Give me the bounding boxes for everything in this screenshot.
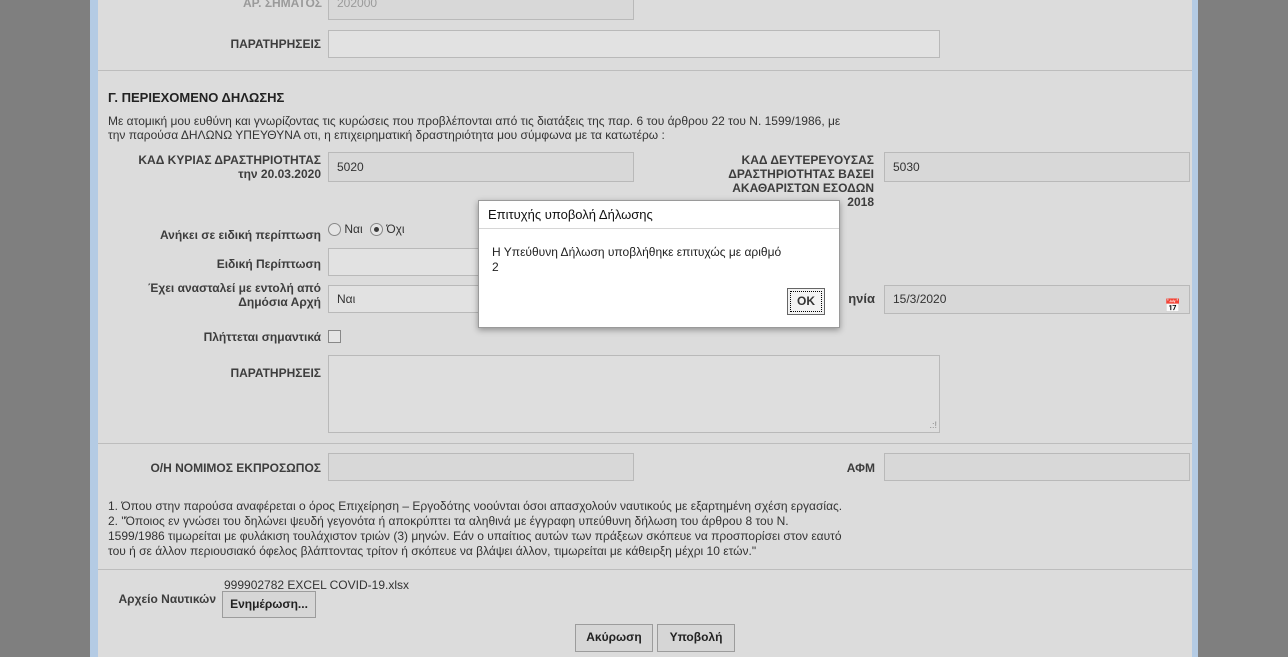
dialog-message: Η Υπεύθυνη Δήλωση υποβλήθηκε επιτυχώς με… [492,245,822,275]
kad-main-label-line2: την 20.03.2020 [238,167,321,181]
kad-sec-line1: ΚΑΔ ΔΕΥΤΕΡΕΥΟΥΣΑΣ [741,153,874,167]
top-notes-label: ΠΑΡΑΤΗΡΗΣΕΙΣ [230,37,321,51]
submit-button[interactable]: Υποβολή [657,624,735,652]
section-title: Γ. ΠΕΡΙΕΧΟΜΕΝΟ ΔΗΛΩΣΗΣ [108,90,285,105]
divider [98,70,1192,71]
success-dialog: Επιτυχής υποβολή Δήλωσης Η Υπεύθυνη Δήλω… [478,200,840,328]
suspended-label-line1: Έχει ανασταλεί με εντολή από [148,281,321,295]
footnote-4: του ή σε άλλον περιουσιακό όφελος βλάπτο… [108,544,757,558]
footnote-2: 2. "Όποιος εν γνώσει του δηλώνει ψευδή γ… [108,514,789,528]
representative-input[interactable] [328,453,634,481]
radio-no-label: Όχι [386,222,405,236]
special-case-radio-group: Ναι Όχι [328,222,405,237]
file-name: 999902782 EXCEL COVID-19.xlsx [224,578,409,592]
radio-yes-label: Ναι [344,222,363,236]
cancel-button[interactable]: Ακύρωση [575,624,653,652]
special-case-field-label: Ειδική Περίπτωση [216,257,321,271]
dialog-message-line2: 2 [492,260,499,274]
dialog-title: Επιτυχής υποβολή Δήλωσης [479,201,839,229]
top-notes-input[interactable] [328,30,940,58]
kad-sec-line3: ΑΚΑΘΑΡΙΣΤΩΝ ΕΣΟΔΩΝ [732,181,874,195]
cut-field-label: ΑΡ. ΣΗΜΑΤΟΣ [243,0,322,10]
dialog-message-line1: Η Υπεύθυνη Δήλωση υποβλήθηκε επιτυχώς με… [492,245,782,259]
special-case-question: Ανήκει σε ειδική περίπτωση [159,228,321,242]
notes-label: ΠΑΡΑΤΗΡΗΣΕΙΣ [230,366,321,380]
afm-label: ΑΦΜ [846,461,875,475]
divider [98,443,1192,444]
affected-checkbox[interactable] [328,330,341,343]
kad-secondary-input[interactable]: 5030 [884,152,1190,182]
representative-label: Ο/Η ΝΟΜΙΜΟΣ ΕΚΠΡΟΣΩΠΟΣ [150,461,321,475]
radio-no[interactable] [369,223,383,237]
notes-textarea[interactable]: .:! [328,355,940,433]
intro-line-1: Με ατομική μου ευθύνη και γνωρίζοντας τι… [108,114,841,128]
cut-field-value[interactable]: 202000 [328,0,634,20]
kad-main-label-line1: ΚΑΔ ΚΥΡΙΑΣ ΔΡΑΣΤΗΡΙΟΤΗΤΑΣ [138,153,321,167]
suspended-label: Έχει ανασταλεί με εντολή από Δημόσια Αρχ… [108,281,321,309]
radio-yes[interactable] [328,223,341,237]
footnote-3: 1599/1986 τιμωρείται με φυλάκιση τουλάχι… [108,529,842,543]
footnote-1: 1. Όπου στην παρούσα αναφέρεται ο όρος Ε… [108,499,843,513]
kad-main-input[interactable]: 5020 [328,152,634,182]
update-file-button[interactable]: Ενημέρωση... [222,591,316,618]
divider [98,569,1192,570]
declaration-form: ΑΡ. ΣΗΜΑΤΟΣ 202000 ΠΑΡΑΤΗΡΗΣΕΙΣ Γ. ΠΕΡΙΕ… [98,0,1192,657]
page-frame: ΑΡ. ΣΗΜΑΤΟΣ 202000 ΠΑΡΑΤΗΡΗΣΕΙΣ Γ. ΠΕΡΙΕ… [90,0,1198,657]
intro-line-2: την παρούσα ΔΗΛΩΝΩ ΥΠΕΥΘΥΝΑ οτι, η επιχε… [108,128,665,142]
affected-label: Πλήττεται σημαντικά [203,330,321,344]
suspended-label-line2: Δημόσια Αρχή [238,295,321,309]
ok-button[interactable]: OK [787,288,825,315]
calendar-icon[interactable]: 📅 [1165,292,1181,319]
date-value: 15/3/2020 [893,292,947,306]
resize-grip-icon[interactable]: .:! [929,421,937,430]
kad-sec-line2: ΔΡΑΣΤΗΡΙΟΤΗΤΑΣ ΒΑΣΕΙ [728,167,874,181]
file-label: Αρχείο Ναυτικών [118,592,216,606]
afm-input[interactable] [884,453,1190,481]
kad-main-label: ΚΑΔ ΚΥΡΙΑΣ ΔΡΑΣΤΗΡΙΟΤΗΤΑΣ την 20.03.2020 [108,153,321,181]
date-input[interactable]: 15/3/2020 📅 [884,285,1190,314]
